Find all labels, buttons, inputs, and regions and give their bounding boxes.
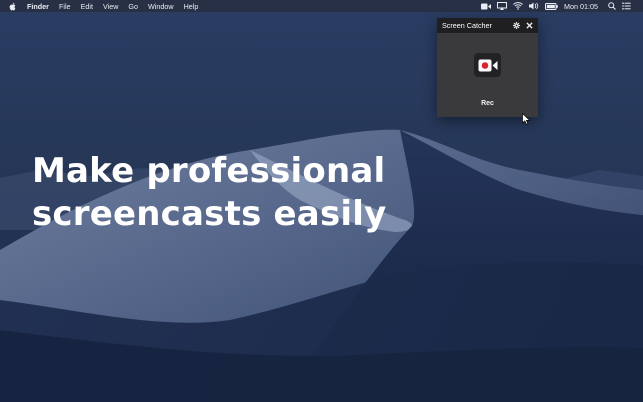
headline-line-2: screencasts easily (32, 194, 387, 234)
battery-icon[interactable] (545, 2, 558, 10)
promo-headline: Make professional screencasts easily (32, 150, 452, 236)
mouse-cursor-icon (522, 113, 531, 125)
volume-icon[interactable] (529, 2, 539, 10)
menu-go[interactable]: Go (128, 2, 138, 11)
airplay-icon[interactable] (497, 2, 508, 10)
close-icon[interactable] (525, 22, 533, 30)
screen-catcher-panel: Screen Catcher Rec (437, 18, 538, 117)
menu-edit[interactable]: Edit (81, 2, 93, 11)
gear-icon[interactable] (512, 22, 520, 30)
record-label: Rec (481, 100, 494, 107)
search-icon[interactable] (608, 2, 616, 10)
wifi-icon[interactable] (513, 2, 523, 10)
apple-icon[interactable] (9, 2, 17, 11)
menubar-clock[interactable]: Mon 01:05 (564, 2, 598, 11)
menu-file[interactable]: File (59, 2, 71, 11)
video-camera-icon[interactable] (481, 3, 492, 10)
panel-title: Screen Catcher (442, 21, 492, 30)
record-camera-icon (478, 59, 497, 71)
record-button[interactable] (474, 53, 501, 77)
menu-help[interactable]: Help (184, 2, 199, 11)
menu-window[interactable]: Window (148, 2, 174, 11)
menu-bar: Finder File Edit View Go Window Help Mon… (0, 0, 643, 12)
menu-view[interactable]: View (103, 2, 118, 11)
list-icon[interactable] (622, 2, 631, 10)
headline-line-1: Make professional (32, 151, 386, 191)
panel-header: Screen Catcher (437, 18, 538, 33)
menu-finder[interactable]: Finder (27, 2, 49, 11)
